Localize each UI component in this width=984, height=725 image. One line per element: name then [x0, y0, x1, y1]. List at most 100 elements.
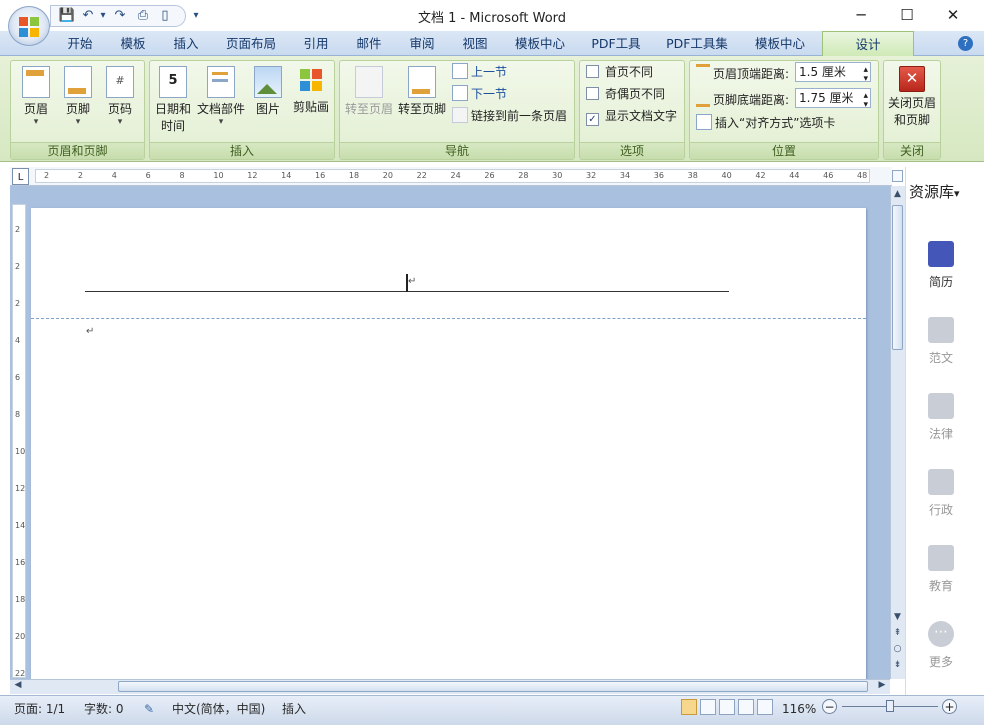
date-time-label-2: 时间 — [160, 119, 185, 133]
help-icon[interactable]: ? — [958, 36, 973, 51]
zoom-out-button[interactable]: − — [822, 699, 837, 714]
picture-button[interactable]: 图片 — [248, 62, 288, 117]
page-number-button[interactable]: # 页码 ▾ — [98, 62, 142, 127]
first-page-different-checkbox[interactable]: 首页不同 — [586, 63, 653, 81]
tab-home[interactable]: 开始 — [60, 31, 100, 56]
close-window-button[interactable]: ✕ — [930, 0, 976, 31]
save-icon[interactable]: 💾 — [58, 7, 76, 25]
tab-review[interactable]: 审阅 — [402, 31, 442, 56]
tab-references[interactable]: 引用 — [296, 31, 336, 56]
doc-parts-icon — [207, 66, 235, 98]
web-layout-view-icon[interactable] — [719, 699, 735, 715]
redo-icon[interactable]: ↷ — [112, 7, 128, 25]
customize-qat-icon[interactable]: ▾ — [190, 7, 202, 25]
word-count[interactable]: 字数: 0 — [84, 699, 124, 719]
education-book-icon — [928, 545, 954, 571]
zoom-slider-thumb[interactable] — [886, 700, 894, 712]
undo-icon[interactable]: ↶ — [80, 7, 96, 25]
outline-view-icon[interactable] — [738, 699, 754, 715]
clipart-button[interactable]: 剪贴画 — [290, 62, 332, 115]
print-icon[interactable]: ⎙ — [134, 7, 152, 25]
prev-section-button[interactable]: 上一节 — [452, 63, 507, 81]
print-layout-view-icon[interactable] — [681, 699, 697, 715]
resource-item-admin[interactable]: 行政 — [918, 469, 964, 518]
footer-button[interactable]: 页脚 ▾ — [56, 62, 100, 127]
tab-pdf-toolkit[interactable]: PDF工具集 — [662, 31, 732, 56]
clipart-label: 剪贴画 — [292, 100, 329, 114]
ruler-tick-label: 6 — [145, 171, 151, 180]
page-number-label: 页码 — [107, 102, 132, 116]
date-time-button[interactable]: 5 日期和 时间 — [152, 62, 194, 134]
ruler-toggle-icon[interactable] — [892, 170, 903, 182]
spin-down-icon[interactable]: ▾ — [863, 96, 868, 114]
draft-view-icon[interactable] — [757, 699, 773, 715]
view-icon[interactable]: ▯ — [156, 7, 174, 25]
tab-templates[interactable]: 模板 — [113, 31, 153, 56]
undo-dropdown-icon[interactable]: ▾ — [98, 7, 108, 25]
insert-alignment-tab-label: 插入“对齐方式”选项卡 — [715, 116, 836, 130]
next-section-button[interactable]: 下一节 — [452, 85, 507, 103]
resource-item-law[interactable]: 法律 — [918, 393, 964, 442]
link-previous-button[interactable]: 链接到前一条页眉 — [452, 107, 567, 125]
previous-page-icon[interactable]: ⇞ — [892, 628, 903, 642]
page-count[interactable]: 页面: 1/1 — [14, 699, 65, 719]
header-top-distance-spinner[interactable]: 1.5 厘米 ▴ ▾ — [795, 62, 871, 84]
insert-alignment-tab-button[interactable]: 插入“对齐方式”选项卡 — [696, 114, 835, 132]
tab-pdf-tools[interactable]: PDF工具 — [586, 31, 646, 56]
tab-view[interactable]: 视图 — [455, 31, 495, 56]
doc-parts-button[interactable]: 文档部件 ▾ — [195, 62, 247, 127]
show-document-text-checkbox[interactable]: ✓ 显示文档文字 — [586, 107, 677, 126]
footer-bottom-distance-label-row: 页脚底端距离: — [696, 90, 789, 108]
zoom-level[interactable]: 116% — [782, 699, 816, 719]
full-screen-reading-view-icon[interactable] — [700, 699, 716, 715]
resource-item-resume[interactable]: 简历 — [918, 241, 964, 290]
tab-mailings[interactable]: 邮件 — [349, 31, 389, 56]
vertical-ruler-tick-label: 6 — [15, 373, 21, 382]
header-distance-icon — [696, 64, 710, 81]
resource-item-more[interactable]: ⋯ 更多 — [918, 621, 964, 670]
goto-footer-button[interactable]: 转至页脚 — [396, 62, 448, 117]
header-button[interactable]: 页眉 ▾ — [14, 62, 58, 127]
tab-page-layout[interactable]: 页面布局 — [222, 31, 280, 56]
scroll-right-arrow[interactable]: ▶ — [876, 680, 888, 693]
select-browse-object-icon[interactable]: ○ — [892, 644, 903, 658]
tab-template-center[interactable]: 模板中心 — [508, 31, 572, 56]
resource-item-education[interactable]: 教育 — [918, 545, 964, 594]
vertical-scroll-thumb[interactable] — [892, 205, 903, 350]
resume-icon — [928, 241, 954, 267]
law-gavel-icon — [928, 393, 954, 419]
tab-design[interactable]: 设计 — [822, 31, 914, 56]
close-header-footer-button[interactable]: ✕ 关闭页眉 和页脚 — [884, 62, 940, 128]
horizontal-ruler[interactable]: 2 2 4 6 8 10 12 14 16 18 20 22 24 26 28 30 32 34 36 38 40 42 4… — [35, 169, 870, 183]
goto-header-button[interactable]: 转至页眉 — [343, 62, 395, 117]
next-page-icon[interactable]: ⇟ — [892, 660, 903, 674]
doc-parts-dropdown-icon: ▾ — [218, 117, 224, 127]
proofing-icon[interactable]: ✎ — [140, 699, 158, 719]
document-page[interactable] — [31, 208, 866, 683]
vertical-ruler[interactable]: 2 2 2 4 6 8 10 12 14 16 18 20 22 — [12, 204, 26, 678]
scroll-down-arrow[interactable]: ▼ — [892, 612, 903, 626]
resource-panel-title-text: 资源库 — [909, 183, 955, 201]
scroll-left-arrow[interactable]: ◀ — [12, 680, 24, 693]
spin-down-icon[interactable]: ▾ — [863, 70, 868, 88]
resource-panel-title[interactable]: 资源库▾ — [909, 181, 960, 202]
odd-even-different-checkbox[interactable]: 奇偶页不同 — [586, 85, 665, 103]
horizontal-scroll-thumb[interactable] — [118, 681, 868, 692]
tab-insert[interactable]: 插入 — [166, 31, 206, 56]
footer-bottom-distance-spinner[interactable]: 1.75 厘米 ▴ ▾ — [795, 88, 871, 110]
resource-item-sample-essay[interactable]: 范文 — [918, 317, 964, 366]
group-label-header-footer: 页眉和页脚 — [11, 142, 144, 159]
maximize-button[interactable]: ☐ — [884, 0, 930, 31]
ruler-tick-label: 46 — [823, 171, 834, 180]
office-button[interactable] — [8, 6, 50, 46]
language-indicator[interactable]: 中文(简体，中国) — [172, 699, 265, 719]
minimize-button[interactable]: ─ — [838, 0, 884, 31]
ruler-tick-label: 10 — [213, 171, 224, 180]
scroll-up-arrow[interactable]: ▲ — [892, 189, 903, 203]
window-title: 文档 1 - Microsoft Word — [417, 11, 567, 26]
tab-template-center-2[interactable]: 模板中心 — [748, 31, 812, 56]
zoom-in-button[interactable]: + — [942, 699, 957, 714]
picture-label: 图片 — [255, 102, 280, 116]
insert-mode-indicator[interactable]: 插入 — [282, 699, 306, 719]
tab-selector-icon[interactable]: L — [12, 168, 29, 185]
